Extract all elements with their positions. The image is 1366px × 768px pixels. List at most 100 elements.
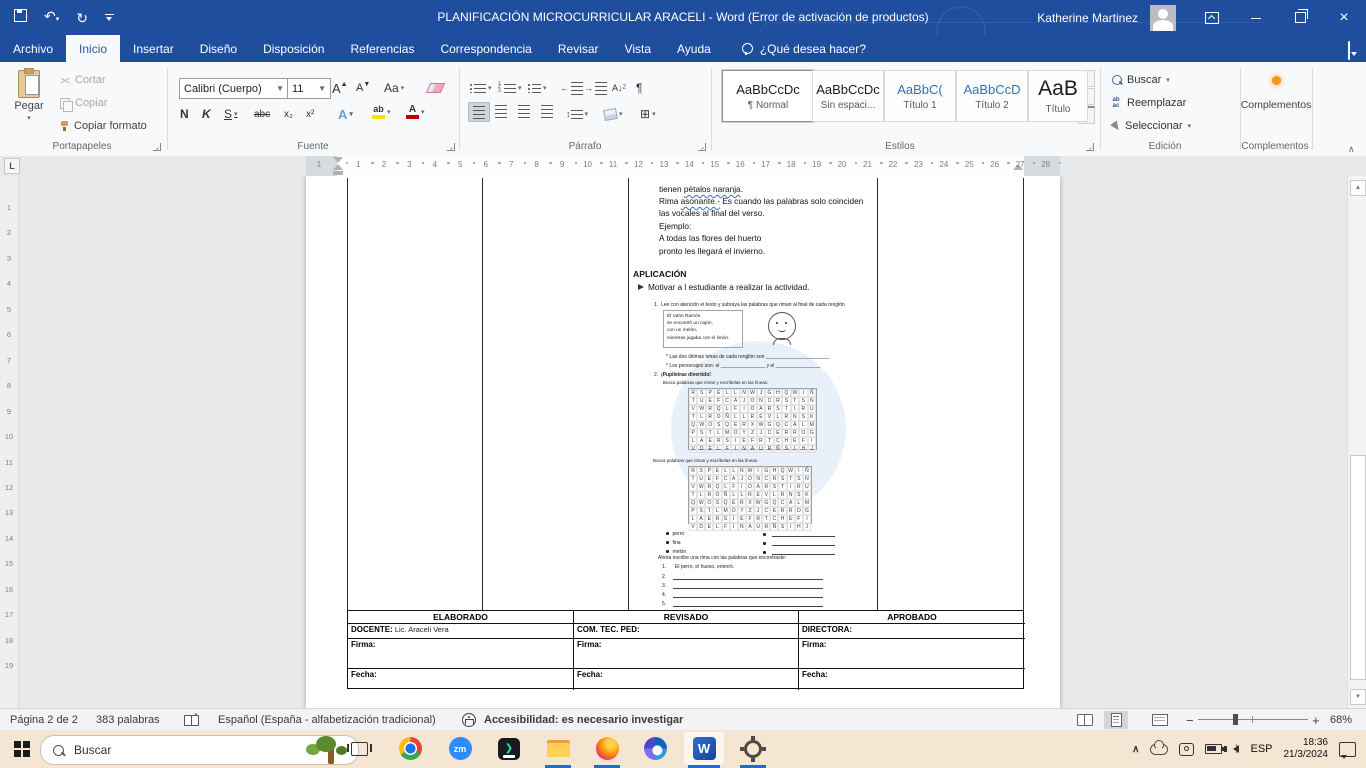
onedrive-icon[interactable] xyxy=(1150,739,1169,755)
paste-button[interactable]: Pegar ▾ xyxy=(6,68,52,122)
language-indicator[interactable]: Español (España - alfabetización tradici… xyxy=(218,709,436,731)
numbering-button[interactable]: 1 2 3 ▾ xyxy=(498,78,522,98)
font-color-button[interactable]: A ▾ xyxy=(406,102,425,122)
file-explorer-taskbar-button[interactable] xyxy=(538,732,578,768)
style-t-tulo[interactable]: AaB Título xyxy=(1028,70,1088,122)
document-page[interactable]: tienen pétalos naranja. Rima asonante.- E… xyxy=(306,176,1060,708)
first-line-indent-marker[interactable] xyxy=(333,157,343,163)
strikethrough-button[interactable]: abc xyxy=(254,104,270,124)
feedback-button[interactable] xyxy=(1348,41,1350,60)
paragraph-dialog-launcher[interactable] xyxy=(698,143,706,151)
language-tray-indicator[interactable]: ESP xyxy=(1250,743,1272,755)
font-color-dropdown-icon[interactable]: ▾ xyxy=(421,108,425,116)
minimize-button[interactable] xyxy=(1234,0,1278,35)
horizontal-ruler[interactable]: 1 1 2 3 4 5 6 7 8 9 10 11 12 13 14 15 16 17 18 19 20 21 22 23 24… xyxy=(306,156,1061,176)
tab-disposición[interactable]: Disposición xyxy=(250,35,337,62)
tab-vista[interactable]: Vista xyxy=(612,35,664,62)
italic-button[interactable]: K xyxy=(202,104,211,124)
chrome-taskbar-button[interactable] xyxy=(390,732,430,765)
superscript-button[interactable]: x² xyxy=(306,104,314,124)
zoom-taskbar-button[interactable]: zm xyxy=(440,732,480,765)
find-button[interactable]: Buscar ▾ xyxy=(1112,74,1170,86)
microsoft-365-taskbar-button[interactable] xyxy=(635,732,675,765)
font-size-combobox[interactable]: 11 ▼ xyxy=(287,78,331,99)
font-dialog-launcher[interactable] xyxy=(447,143,455,151)
shading-button[interactable]: ▾ xyxy=(603,104,623,124)
shading-dropdown-icon[interactable]: ▾ xyxy=(619,110,623,118)
word-count[interactable]: 383 palabras xyxy=(96,709,160,731)
clipboard-dialog-launcher[interactable] xyxy=(153,143,161,151)
vertical-ruler[interactable]: 1 2 3 4 5 6 7 8 9 10 11 12 13 14 15 16 17 18 19 xyxy=(0,176,19,708)
text-effects-button[interactable]: A ▾ xyxy=(338,104,353,124)
tab-archivo[interactable]: Archivo xyxy=(0,35,66,62)
zoom-in-button[interactable]: + xyxy=(1312,709,1320,731)
addins-button[interactable]: Complementos xyxy=(1241,76,1311,111)
style--normal[interactable]: AaBbCcDc ¶ Normal xyxy=(722,70,814,122)
settings-taskbar-button[interactable] xyxy=(733,732,773,768)
underline-button[interactable]: S ▾ xyxy=(224,104,238,124)
scrollbar-thumb[interactable] xyxy=(1350,455,1366,680)
underline-dropdown-icon[interactable]: ▾ xyxy=(234,110,238,118)
grow-font-button[interactable]: A ▲ xyxy=(332,78,348,98)
font-family-combobox[interactable]: Calibri (Cuerpo) ▼ xyxy=(179,78,289,99)
tab-stop-selector[interactable]: L xyxy=(4,158,20,174)
clock[interactable]: 18:36 21/3/2024 xyxy=(1284,737,1329,761)
collapse-ribbon-button[interactable]: ∧ xyxy=(1348,144,1355,155)
style-sin-espaci-[interactable]: AaBbCcDc Sin espaci... xyxy=(812,70,884,122)
styles-dialog-launcher[interactable] xyxy=(1086,143,1094,151)
tray-expand-icon[interactable]: ∧ xyxy=(1132,744,1139,755)
bold-button[interactable]: N xyxy=(180,104,189,124)
firefox-taskbar-button[interactable] xyxy=(587,732,627,768)
show-paragraph-marks-button[interactable]: ¶ xyxy=(636,78,642,98)
page-indicator[interactable]: Página 2 de 2 xyxy=(10,709,78,731)
increase-indent-button[interactable]: → xyxy=(584,78,607,98)
zoom-out-button[interactable]: − xyxy=(1186,709,1194,731)
avatar[interactable] xyxy=(1150,4,1176,31)
battery-icon[interactable] xyxy=(1205,744,1225,754)
hanging-indent-marker[interactable] xyxy=(333,164,343,170)
style-t-tulo-2[interactable]: AaBbCcD Título 2 xyxy=(956,70,1028,122)
borders-button[interactable]: ⊞ ▾ xyxy=(640,104,656,124)
format-painter-button[interactable]: Copiar formato xyxy=(60,120,147,132)
proofing-status-button[interactable] xyxy=(184,709,199,731)
zoom-slider-track[interactable] xyxy=(1198,719,1308,720)
numbering-dropdown-icon[interactable]: ▾ xyxy=(518,84,522,92)
ribbon-display-options-button[interactable] xyxy=(1190,0,1234,35)
align-center-button[interactable] xyxy=(491,102,511,120)
bullets-button[interactable]: ▾ xyxy=(470,78,492,98)
select-button[interactable]: Seleccionar ▾ xyxy=(1110,120,1191,132)
print-layout-button[interactable] xyxy=(1104,709,1128,731)
align-left-button[interactable] xyxy=(468,102,490,122)
clear-formatting-button[interactable] xyxy=(425,78,446,98)
read-mode-button[interactable] xyxy=(1073,709,1097,731)
paste-dropdown-arrow[interactable]: ▾ xyxy=(27,114,31,122)
subscript-button[interactable]: x₂ xyxy=(284,104,293,124)
highlight-button[interactable]: ab ▾ xyxy=(372,102,391,122)
change-case-button[interactable]: Aa ▾ xyxy=(384,78,404,98)
borders-dropdown-icon[interactable]: ▾ xyxy=(652,110,656,118)
tab-inicio[interactable]: Inicio xyxy=(66,35,121,62)
line-spacing-dropdown-icon[interactable]: ▾ xyxy=(585,110,589,118)
highlight-dropdown-icon[interactable]: ▾ xyxy=(387,108,391,116)
task-view-taskbar-button[interactable] xyxy=(339,732,379,765)
media-app-taskbar-button[interactable]: ❯ xyxy=(489,732,529,765)
restore-button[interactable] xyxy=(1278,0,1322,35)
tab-correspondencia[interactable]: Correspondencia xyxy=(427,35,544,62)
cut-button[interactable]: Cortar xyxy=(60,74,106,86)
vertical-scrollbar[interactable]: ▲ ▼ xyxy=(1347,176,1366,708)
align-right-button[interactable] xyxy=(514,102,534,120)
scroll-up-button[interactable]: ▲ xyxy=(1350,180,1366,196)
account-name[interactable]: Katherine Martinez xyxy=(1037,11,1138,25)
tab-diseño[interactable]: Diseño xyxy=(187,35,250,62)
word-taskbar-button[interactable]: W xyxy=(684,732,724,768)
zoom-slider-thumb[interactable] xyxy=(1233,714,1238,725)
action-center-icon[interactable] xyxy=(1339,741,1356,759)
tab-referencias[interactable]: Referencias xyxy=(337,35,427,62)
meet-now-icon[interactable] xyxy=(1179,742,1195,756)
scroll-down-button[interactable]: ▼ xyxy=(1350,689,1366,705)
style-t-tulo-1[interactable]: AaBbC(Título 1 xyxy=(884,70,956,122)
multilevel-dropdown-icon[interactable]: ▾ xyxy=(543,84,547,92)
tab-ayuda[interactable]: Ayuda xyxy=(664,35,724,62)
zoom-level[interactable]: 68% xyxy=(1330,709,1352,731)
web-layout-button[interactable] xyxy=(1148,709,1172,731)
